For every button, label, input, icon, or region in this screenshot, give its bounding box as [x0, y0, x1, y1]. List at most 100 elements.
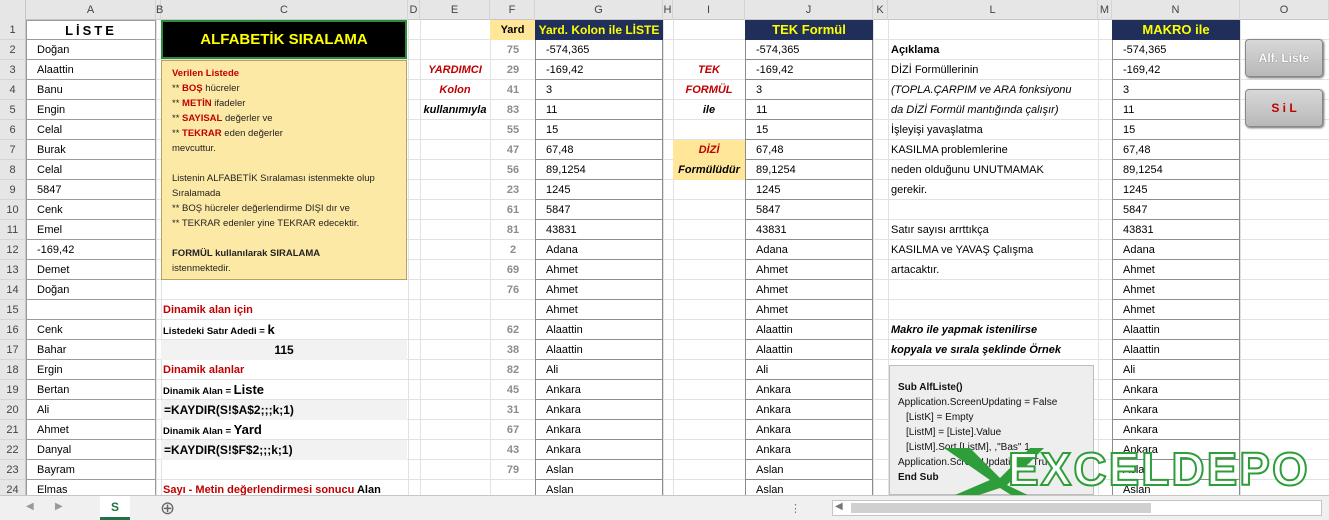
- row-header[interactable]: 5: [0, 100, 26, 120]
- helper-sorted-item[interactable]: Ahmet: [535, 280, 663, 300]
- helper-sorted-item[interactable]: 1245: [535, 180, 663, 200]
- macro-sorted-item[interactable]: -574,365: [1112, 40, 1240, 60]
- macro-sorted-item[interactable]: Ankara: [1112, 400, 1240, 420]
- sil-button[interactable]: S i L: [1245, 89, 1323, 127]
- single-formula-item[interactable]: 89,1254: [745, 160, 873, 180]
- macro-sorted-item[interactable]: Ahmet: [1112, 300, 1240, 320]
- macro-sorted-item[interactable]: 89,1254: [1112, 160, 1240, 180]
- column-header-l[interactable]: L: [888, 0, 1098, 20]
- macro-sorted-item[interactable]: 43831: [1112, 220, 1240, 240]
- yard-header[interactable]: Yard: [490, 20, 535, 40]
- single-formula-item[interactable]: Ankara: [745, 380, 873, 400]
- dynamic-area-yard[interactable]: Dinamik Alan = Yard: [163, 420, 403, 440]
- list-item[interactable]: Cenk: [26, 320, 156, 340]
- scroll-right-icon[interactable]: ▶: [55, 501, 63, 512]
- helper-sorted-item[interactable]: -574,365: [535, 40, 663, 60]
- list-item[interactable]: Engin: [26, 100, 156, 120]
- list-item[interactable]: Danyal: [26, 440, 156, 460]
- explain-line[interactable]: DİZİ Formüllerinin: [891, 60, 1096, 80]
- g-column-header[interactable]: Yard. Kolon ile LİSTE: [535, 20, 663, 40]
- helper-sorted-item[interactable]: Ali: [535, 360, 663, 380]
- macro-sorted-item[interactable]: 15: [1112, 120, 1240, 140]
- macro-sorted-item[interactable]: Alaattin: [1112, 320, 1240, 340]
- scrollbar-thumb[interactable]: [851, 503, 1151, 513]
- i-text-tek[interactable]: TEK: [673, 60, 745, 80]
- single-formula-item[interactable]: Ali: [745, 360, 873, 380]
- row-header[interactable]: 1: [0, 20, 26, 40]
- column-header-i[interactable]: I: [673, 0, 745, 20]
- column-header-j[interactable]: J: [745, 0, 873, 20]
- column-header-e[interactable]: E: [420, 0, 490, 20]
- column-header-c[interactable]: C: [161, 0, 408, 20]
- macro-sorted-item[interactable]: Ankara: [1112, 380, 1240, 400]
- row-header[interactable]: 15: [0, 300, 26, 320]
- row-header[interactable]: 12: [0, 240, 26, 260]
- explain-line[interactable]: KASILMA ve YAVAŞ Çalışma: [891, 240, 1096, 260]
- macro-sorted-item[interactable]: 5847: [1112, 200, 1240, 220]
- explain-line[interactable]: Satır sayısı arrttıkça: [891, 220, 1096, 240]
- macro-sorted-item[interactable]: Ali: [1112, 360, 1240, 380]
- row-header[interactable]: 6: [0, 120, 26, 140]
- scroll-left-icon[interactable]: ◀: [26, 501, 34, 512]
- macro-sorted-item[interactable]: Alaattin: [1112, 340, 1240, 360]
- yard-value[interactable]: 83: [493, 100, 533, 120]
- row-header[interactable]: 16: [0, 320, 26, 340]
- yard-value[interactable]: 61: [493, 200, 533, 220]
- dynamic-area-title[interactable]: Dinamik alan için: [163, 300, 403, 320]
- formula-yard[interactable]: =KAYDIR(S!$F$2;;;k;1): [161, 440, 407, 460]
- helper-sorted-item[interactable]: 89,1254: [535, 160, 663, 180]
- macro-sorted-item[interactable]: 3: [1112, 80, 1240, 100]
- row-header[interactable]: 22: [0, 440, 26, 460]
- column-header-o[interactable]: O: [1240, 0, 1329, 20]
- explain-line[interactable]: kopyala ve sırala şeklinde Örnek: [891, 340, 1096, 360]
- column-header-n[interactable]: N: [1112, 0, 1240, 20]
- single-formula-item[interactable]: 67,48: [745, 140, 873, 160]
- i-text-dizi[interactable]: DİZİ: [673, 140, 745, 160]
- list-item[interactable]: [26, 300, 156, 320]
- sheet-tab-s[interactable]: S: [100, 496, 130, 520]
- list-item[interactable]: Alaattin: [26, 60, 156, 80]
- row-header[interactable]: 4: [0, 80, 26, 100]
- column-header-k[interactable]: K: [873, 0, 888, 20]
- explain-line[interactable]: KASILMA problemlerine: [891, 140, 1096, 160]
- helper-sorted-item[interactable]: 15: [535, 120, 663, 140]
- yard-value[interactable]: 76: [493, 280, 533, 300]
- helper-sorted-item[interactable]: Alaattin: [535, 320, 663, 340]
- single-formula-item[interactable]: 43831: [745, 220, 873, 240]
- yard-value[interactable]: 56: [493, 160, 533, 180]
- explain-line[interactable]: gerekir.: [891, 180, 1096, 200]
- yard-value[interactable]: 31: [493, 400, 533, 420]
- helper-sorted-item[interactable]: Ankara: [535, 400, 663, 420]
- list-item[interactable]: Celal: [26, 120, 156, 140]
- helper-text-kolon[interactable]: Kolon: [420, 80, 490, 100]
- helper-sorted-item[interactable]: Ahmet: [535, 260, 663, 280]
- column-header-h[interactable]: H: [663, 0, 673, 20]
- alf-liste-button[interactable]: Alf. Liste: [1245, 39, 1323, 77]
- explain-line[interactable]: artacaktır.: [891, 260, 1096, 280]
- helper-sorted-item[interactable]: 43831: [535, 220, 663, 240]
- yard-value[interactable]: 38: [493, 340, 533, 360]
- single-formula-item[interactable]: Adana: [745, 240, 873, 260]
- list-item[interactable]: Ali: [26, 400, 156, 420]
- yard-value[interactable]: [493, 300, 533, 320]
- row-count-value[interactable]: 115: [161, 340, 407, 360]
- yard-value[interactable]: 62: [493, 320, 533, 340]
- helper-sorted-item[interactable]: Adana: [535, 240, 663, 260]
- column-header-f[interactable]: F: [490, 0, 535, 20]
- yard-value[interactable]: 43: [493, 440, 533, 460]
- helper-sorted-item[interactable]: -169,42: [535, 60, 663, 80]
- macro-sorted-item[interactable]: 11: [1112, 100, 1240, 120]
- horizontal-scrollbar[interactable]: ◀: [832, 500, 1322, 516]
- add-sheet-icon[interactable]: ⊕: [160, 496, 175, 520]
- row-header[interactable]: 7: [0, 140, 26, 160]
- helper-text-kullanim[interactable]: kullanımıyla: [420, 100, 490, 120]
- n-column-header[interactable]: MAKRO ile: [1112, 20, 1240, 40]
- macro-sorted-item[interactable]: -169,42: [1112, 60, 1240, 80]
- helper-sorted-item[interactable]: Alaattin: [535, 340, 663, 360]
- j-column-header[interactable]: TEK Formül: [745, 20, 873, 40]
- explain-line[interactable]: neden olduğunu UNUTMAMAK: [891, 160, 1096, 180]
- list-item[interactable]: Doğan: [26, 40, 156, 60]
- single-formula-item[interactable]: 5847: [745, 200, 873, 220]
- list-item[interactable]: -169,42: [26, 240, 156, 260]
- list-item[interactable]: Doğan: [26, 280, 156, 300]
